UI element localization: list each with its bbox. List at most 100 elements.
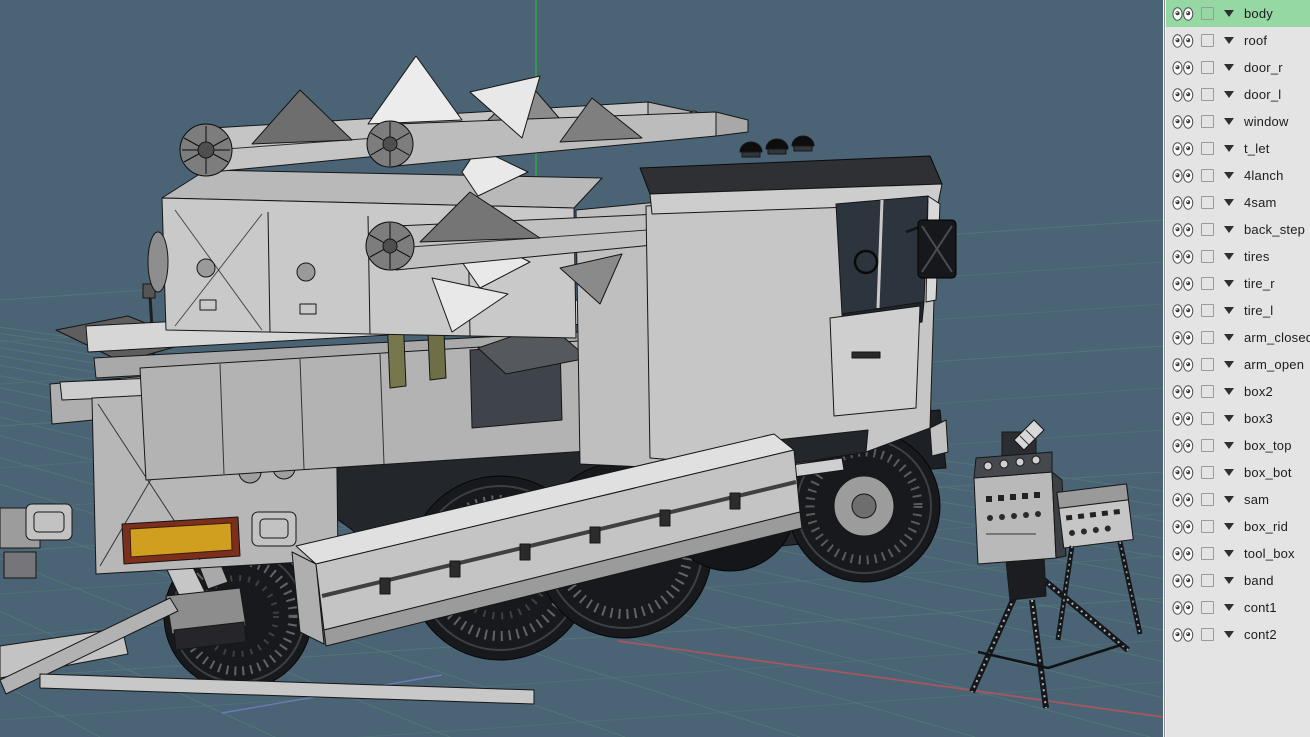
checkbox[interactable] <box>1201 520 1214 533</box>
object-row-window[interactable]: window <box>1166 108 1310 135</box>
object-label[interactable]: cont2 <box>1244 627 1277 642</box>
triangle-down-icon[interactable] <box>1224 442 1234 449</box>
checkbox[interactable] <box>1201 250 1214 263</box>
eyes-icon[interactable] <box>1172 384 1194 399</box>
eyes-icon[interactable] <box>1172 141 1194 156</box>
checkbox[interactable] <box>1201 277 1214 290</box>
object-label[interactable]: arm_open <box>1244 357 1304 372</box>
triangle-down-icon[interactable] <box>1224 631 1234 638</box>
object-label[interactable]: arm_closed <box>1244 330 1310 345</box>
eyes-icon[interactable] <box>1172 546 1194 561</box>
eyes-icon[interactable] <box>1172 357 1194 372</box>
checkbox[interactable] <box>1201 142 1214 155</box>
triangle-down-icon[interactable] <box>1224 550 1234 557</box>
triangle-down-icon[interactable] <box>1224 388 1234 395</box>
checkbox[interactable] <box>1201 466 1214 479</box>
eyes-icon[interactable] <box>1172 168 1194 183</box>
object-label[interactable]: 4lanch <box>1244 168 1284 183</box>
object-label[interactable]: tires <box>1244 249 1270 264</box>
checkbox[interactable] <box>1201 493 1214 506</box>
triangle-down-icon[interactable] <box>1224 10 1234 17</box>
checkbox[interactable] <box>1201 223 1214 236</box>
object-row-sam[interactable]: sam <box>1166 486 1310 513</box>
triangle-down-icon[interactable] <box>1224 118 1234 125</box>
object-row-tires[interactable]: tires <box>1166 243 1310 270</box>
object-row-arm_closed[interactable]: arm_closed <box>1166 324 1310 351</box>
object-label[interactable]: box2 <box>1244 384 1273 399</box>
viewport-3d[interactable] <box>0 0 1163 737</box>
object-row-box_rid[interactable]: box_rid <box>1166 513 1310 540</box>
object-row-box_bot[interactable]: box_bot <box>1166 459 1310 486</box>
eyes-icon[interactable] <box>1172 600 1194 615</box>
eyes-icon[interactable] <box>1172 492 1194 507</box>
object-label[interactable]: roof <box>1244 33 1267 48</box>
object-label[interactable]: 4sam <box>1244 195 1277 210</box>
object-label[interactable]: band <box>1244 573 1274 588</box>
checkbox[interactable] <box>1201 34 1214 47</box>
object-row-box2[interactable]: box2 <box>1166 378 1310 405</box>
eyes-icon[interactable] <box>1172 87 1194 102</box>
eyes-icon[interactable] <box>1172 573 1194 588</box>
object-label[interactable]: box_bot <box>1244 465 1292 480</box>
eyes-icon[interactable] <box>1172 249 1194 264</box>
triangle-down-icon[interactable] <box>1224 145 1234 152</box>
object-label[interactable]: door_l <box>1244 87 1281 102</box>
triangle-down-icon[interactable] <box>1224 361 1234 368</box>
checkbox[interactable] <box>1201 574 1214 587</box>
checkbox[interactable] <box>1201 304 1214 317</box>
eyes-icon[interactable] <box>1172 627 1194 642</box>
object-row-arm_open[interactable]: arm_open <box>1166 351 1310 378</box>
object-row-back_step[interactable]: back_step <box>1166 216 1310 243</box>
object-label[interactable]: door_r <box>1244 60 1283 75</box>
object-row-4lanch[interactable]: 4lanch <box>1166 162 1310 189</box>
object-label[interactable]: box_top <box>1244 438 1292 453</box>
checkbox[interactable] <box>1201 412 1214 425</box>
object-label[interactable]: tire_r <box>1244 276 1275 291</box>
checkbox[interactable] <box>1201 358 1214 371</box>
object-row-tool_box[interactable]: tool_box <box>1166 540 1310 567</box>
triangle-down-icon[interactable] <box>1224 64 1234 71</box>
eyes-icon[interactable] <box>1172 303 1194 318</box>
checkbox[interactable] <box>1201 628 1214 641</box>
triangle-down-icon[interactable] <box>1224 469 1234 476</box>
triangle-down-icon[interactable] <box>1224 199 1234 206</box>
object-row-body[interactable]: body <box>1166 0 1310 27</box>
object-row-box_top[interactable]: box_top <box>1166 432 1310 459</box>
triangle-down-icon[interactable] <box>1224 415 1234 422</box>
eyes-icon[interactable] <box>1172 222 1194 237</box>
object-label[interactable]: back_step <box>1244 222 1305 237</box>
checkbox[interactable] <box>1201 169 1214 182</box>
checkbox[interactable] <box>1201 7 1214 20</box>
triangle-down-icon[interactable] <box>1224 523 1234 530</box>
eyes-icon[interactable] <box>1172 465 1194 480</box>
triangle-down-icon[interactable] <box>1224 604 1234 611</box>
object-row-roof[interactable]: roof <box>1166 27 1310 54</box>
triangle-down-icon[interactable] <box>1224 253 1234 260</box>
object-label[interactable]: t_let <box>1244 141 1270 156</box>
eyes-icon[interactable] <box>1172 195 1194 210</box>
object-row-tire_r[interactable]: tire_r <box>1166 270 1310 297</box>
eyes-icon[interactable] <box>1172 33 1194 48</box>
object-label[interactable]: box3 <box>1244 411 1273 426</box>
checkbox[interactable] <box>1201 331 1214 344</box>
checkbox[interactable] <box>1201 115 1214 128</box>
checkbox[interactable] <box>1201 439 1214 452</box>
triangle-down-icon[interactable] <box>1224 307 1234 314</box>
object-label[interactable]: tool_box <box>1244 546 1295 561</box>
eyes-icon[interactable] <box>1172 114 1194 129</box>
object-label[interactable]: cont1 <box>1244 600 1277 615</box>
eyes-icon[interactable] <box>1172 6 1194 21</box>
object-row-t_let[interactable]: t_let <box>1166 135 1310 162</box>
object-label[interactable]: sam <box>1244 492 1269 507</box>
checkbox[interactable] <box>1201 601 1214 614</box>
triangle-down-icon[interactable] <box>1224 334 1234 341</box>
triangle-down-icon[interactable] <box>1224 172 1234 179</box>
object-label[interactable]: box_rid <box>1244 519 1288 534</box>
object-row-door_r[interactable]: door_r <box>1166 54 1310 81</box>
object-row-cont2[interactable]: cont2 <box>1166 621 1310 648</box>
object-row-box3[interactable]: box3 <box>1166 405 1310 432</box>
object-label[interactable]: body <box>1244 6 1273 21</box>
checkbox[interactable] <box>1201 385 1214 398</box>
triangle-down-icon[interactable] <box>1224 91 1234 98</box>
eyes-icon[interactable] <box>1172 276 1194 291</box>
